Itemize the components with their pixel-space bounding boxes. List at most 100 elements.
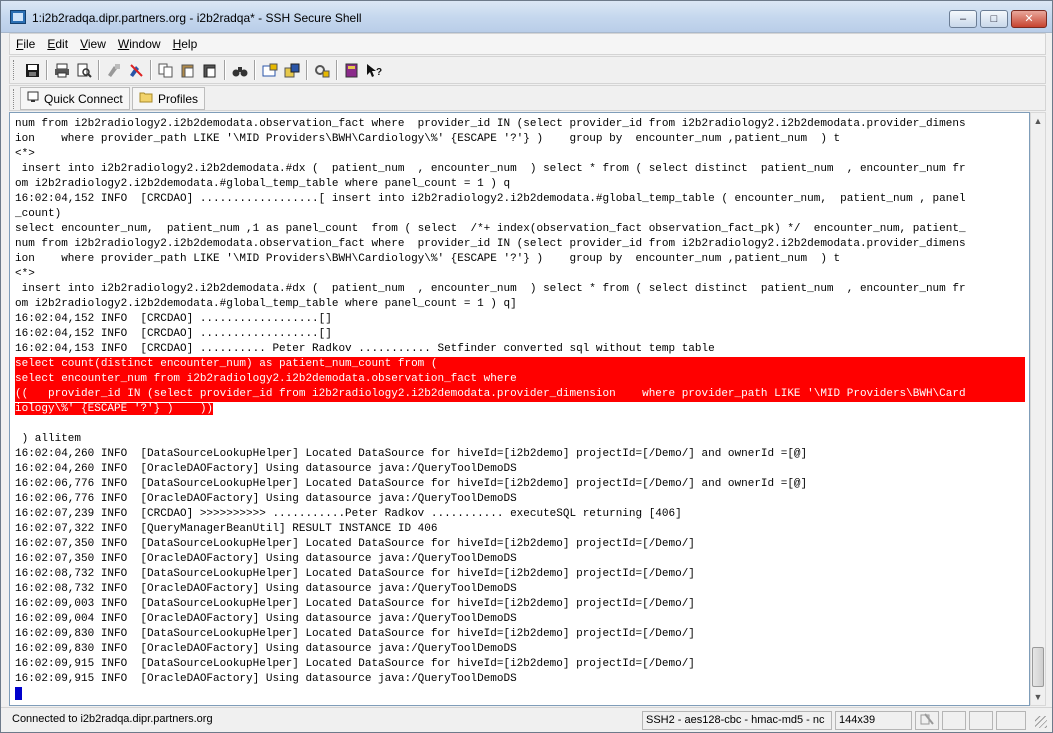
terminal-line: 16:02:04,152 INFO [CRCDAO] .............… — [15, 328, 332, 340]
scroll-down-icon[interactable]: ▼ — [1031, 689, 1045, 705]
scroll-up-icon[interactable]: ▲ — [1031, 113, 1045, 129]
menu-view[interactable]: View — [80, 37, 106, 51]
terminal-line: insert into i2b2radiology2.i2b2demodata.… — [15, 163, 966, 175]
save-icon[interactable] — [22, 60, 42, 80]
terminal-line: num from i2b2radiology2.i2b2demodata.obs… — [15, 238, 966, 250]
ssh-app-icon[interactable] — [10, 10, 26, 24]
toolbar-separator — [306, 60, 308, 80]
terminal-line: 16:02:09,830 INFO [OracleDAOFactory] Usi… — [15, 643, 517, 655]
toolbar-grip[interactable] — [13, 89, 16, 109]
find-icon[interactable] — [230, 60, 250, 80]
menu-help[interactable]: Help — [173, 37, 198, 51]
status-indicator-icon — [969, 711, 993, 730]
terminal-line: ) allitem — [15, 433, 82, 445]
terminal-line: <*> — [15, 268, 35, 280]
scrollbar-thumb[interactable] — [1032, 647, 1044, 687]
toolbar: ? — [9, 56, 1046, 84]
transfer-status-icon — [915, 711, 939, 730]
terminal-line: 16:02:08,732 INFO [DataSourceLookupHelpe… — [15, 568, 695, 580]
terminal-line: 16:02:06,776 INFO [OracleDAOFactory] Usi… — [15, 493, 517, 505]
resize-grip[interactable] — [1035, 716, 1047, 728]
terminal-line: num from i2b2radiology2.i2b2demodata.obs… — [15, 118, 966, 130]
terminal-line: 16:02:04,152 INFO [CRCDAO] .............… — [15, 193, 966, 205]
vertical-scrollbar[interactable]: ▲ ▼ — [1030, 112, 1046, 706]
terminal-line: 16:02:07,350 INFO [OracleDAOFactory] Usi… — [15, 553, 517, 565]
terminal-line: om i2b2radiology2.i2b2demodata.#global_t… — [15, 298, 517, 310]
reconnect-icon[interactable] — [126, 60, 146, 80]
help-icon[interactable] — [342, 60, 362, 80]
window-title: 1:i2b2radqa.dipr.partners.org - i2b2radq… — [32, 11, 362, 25]
terminal-line: om i2b2radiology2.i2b2demodata.#global_t… — [15, 178, 511, 190]
terminal-line: 16:02:07,350 INFO [DataSourceLookupHelpe… — [15, 538, 695, 550]
terminal-line: 16:02:09,915 INFO [OracleDAOFactory] Usi… — [15, 673, 517, 685]
context-help-icon[interactable]: ? — [364, 60, 384, 80]
terminal-line: _count) — [15, 208, 62, 220]
terminal-line: select count(distinct encounter_num) as … — [15, 357, 1025, 372]
menu-file[interactable]: File — [16, 37, 35, 51]
text-cursor — [15, 687, 22, 700]
terminal-line: 16:02:04,153 INFO [CRCDAO] .......... Pe… — [15, 343, 715, 355]
terminal-line: <*> — [15, 148, 35, 160]
terminal-line: 16:02:04,260 INFO [DataSourceLookupHelpe… — [15, 448, 808, 460]
terminal-line: insert into i2b2radiology2.i2b2demodata.… — [15, 283, 966, 295]
terminal-line: 16:02:04,152 INFO [CRCDAO] .............… — [15, 313, 332, 325]
terminal-line: 16:02:09,004 INFO [OracleDAOFactory] Usi… — [15, 613, 517, 625]
quick-connect-button[interactable]: Quick Connect — [20, 87, 130, 110]
paste-special-icon[interactable] — [200, 60, 220, 80]
toolbar-grip[interactable] — [13, 60, 16, 80]
quick-connect-label: Quick Connect — [44, 91, 123, 106]
toolbar-separator — [336, 60, 338, 80]
quick-connect-bar: Quick Connect Profiles — [9, 85, 1046, 111]
profiles-label: Profiles — [158, 91, 199, 106]
paste-icon[interactable] — [178, 60, 198, 80]
quick-connect-icon — [27, 91, 39, 106]
cipher-info: SSH2 - aes128-cbc - hmac-md5 - nc — [642, 711, 832, 730]
maximize-button[interactable]: □ — [980, 10, 1008, 28]
terminal-line: (( provider_id IN (select provider_id fr… — [15, 387, 1025, 402]
terminal-line: 16:02:07,322 INFO [QueryManagerBeanUtil]… — [15, 523, 438, 535]
print-preview-icon[interactable] — [74, 60, 94, 80]
terminal-line: select encounter_num from i2b2radiology2… — [15, 372, 1025, 387]
settings-icon[interactable] — [260, 60, 280, 80]
svg-text:?: ? — [376, 67, 382, 78]
terminal-line: 16:02:08,732 INFO [OracleDAOFactory] Usi… — [15, 583, 517, 595]
terminal-line: 16:02:09,830 INFO [DataSourceLookupHelpe… — [15, 628, 695, 640]
file-transfer-icon[interactable] — [282, 60, 302, 80]
terminal-line: iology\%' {ESCAPE '?'} ) )) — [15, 403, 214, 415]
terminal-line: 16:02:09,003 INFO [DataSourceLookupHelpe… — [15, 598, 695, 610]
profiles-button[interactable]: Profiles — [132, 87, 206, 110]
status-indicator-icon — [942, 711, 966, 730]
toolbar-separator — [98, 60, 100, 80]
connection-status: Connected to i2b2radqa.dipr.partners.org — [12, 713, 213, 725]
profiles-settings-icon[interactable] — [312, 60, 332, 80]
terminal-line: ion where provider_path LIKE '\MID Provi… — [15, 133, 841, 145]
terminal-size: 144x39 — [835, 711, 912, 730]
terminal-output[interactable]: num from i2b2radiology2.i2b2demodata.obs… — [9, 112, 1030, 706]
close-button[interactable]: ✕ — [1011, 10, 1047, 28]
terminal-prompt-line[interactable] — [15, 687, 1025, 702]
status-bar: Connected to i2b2radqa.dipr.partners.org… — [1, 707, 1052, 732]
print-icon[interactable] — [52, 60, 72, 80]
toolbar-separator — [224, 60, 226, 80]
terminal-line: 16:02:09,915 INFO [DataSourceLookupHelpe… — [15, 658, 695, 670]
menu-edit[interactable]: Edit — [47, 37, 68, 51]
disconnect-icon[interactable] — [104, 60, 124, 80]
toolbar-separator — [46, 60, 48, 80]
terminal-line: 16:02:04,260 INFO [OracleDAOFactory] Usi… — [15, 463, 517, 475]
title-bar[interactable]: 1:i2b2radqa.dipr.partners.org - i2b2radq… — [1, 1, 1052, 33]
toolbar-separator — [150, 60, 152, 80]
terminal-line: 16:02:07,239 INFO [CRCDAO] >>>>>>>>>> ..… — [15, 508, 682, 520]
terminal-lines: num from i2b2radiology2.i2b2demodata.obs… — [15, 117, 1025, 702]
folder-icon — [139, 91, 153, 106]
menu-window[interactable]: Window — [118, 37, 161, 51]
status-indicator-icon — [996, 711, 1026, 730]
terminal-line: select encounter_num, patient_num ,1 as … — [15, 223, 966, 235]
terminal-line: ion where provider_path LIKE '\MID Provi… — [15, 253, 841, 265]
minimize-button[interactable]: – — [949, 10, 977, 28]
terminal-line: 16:02:06,776 INFO [DataSourceLookupHelpe… — [15, 478, 808, 490]
menu-bar: File Edit View Window Help — [9, 33, 1046, 55]
ssh-client-window: 1:i2b2radqa.dipr.partners.org - i2b2radq… — [0, 0, 1053, 733]
copy-icon[interactable] — [156, 60, 176, 80]
toolbar-separator — [254, 60, 256, 80]
